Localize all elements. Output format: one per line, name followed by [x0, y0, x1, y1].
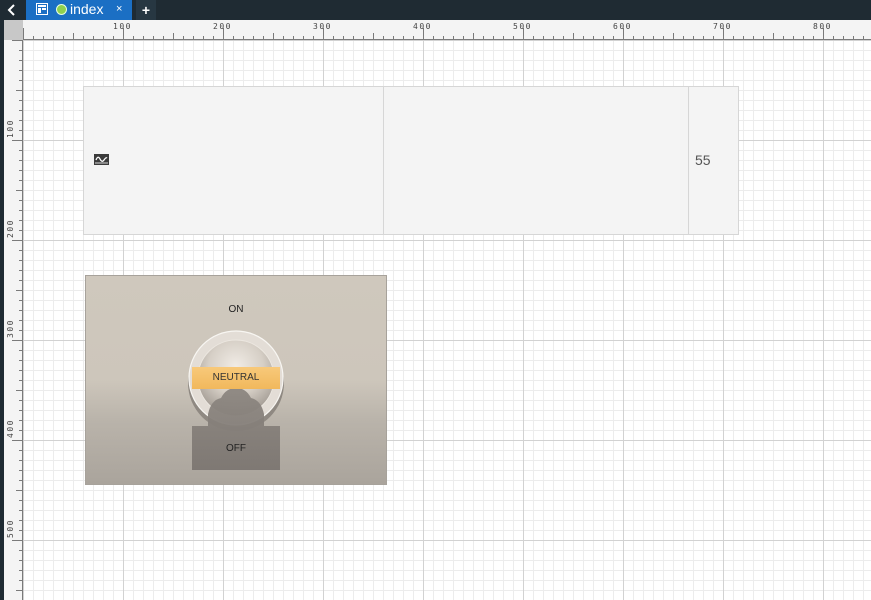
ruler-label: 400	[413, 22, 432, 31]
ruler-label: 200	[6, 219, 15, 238]
switch-off-label: OFF	[226, 443, 246, 454]
ruler-label: 300	[6, 319, 15, 338]
add-tab-button[interactable]: +	[136, 0, 156, 20]
ruler-label: 100	[6, 119, 15, 138]
page-layout-icon	[36, 3, 48, 15]
trend-chart-cell	[384, 87, 689, 234]
ruler-label: 600	[613, 22, 632, 31]
horizontal-ruler: 100 200 300 400 500 600 700 800	[23, 20, 871, 40]
trend-widget[interactable]: 55	[83, 86, 739, 235]
switch-on-label: ON	[228, 304, 244, 315]
tab-label: index	[70, 1, 104, 17]
waveform-icon	[94, 154, 109, 165]
close-tab-button[interactable]: ×	[116, 1, 122, 17]
trend-icon-cell	[84, 87, 384, 234]
ruler-label: 500	[6, 519, 15, 538]
back-button[interactable]	[0, 0, 24, 20]
tab-bar: index × +	[0, 0, 871, 20]
trend-value: 55	[695, 152, 711, 168]
ruler-label: 400	[6, 419, 15, 438]
status-dot	[56, 4, 67, 15]
switch-neutral-position[interactable]: NEUTRAL	[192, 367, 280, 389]
ruler-label: 300	[313, 22, 332, 31]
chevron-left-icon	[7, 4, 15, 16]
tab-index[interactable]: index ×	[26, 0, 132, 20]
ruler-label: 800	[813, 22, 832, 31]
three-position-switch[interactable]: ON NEUTRAL OFF	[85, 275, 387, 485]
trend-value-cell: 55	[689, 87, 738, 234]
ruler-label: 100	[113, 22, 132, 31]
vertical-ruler: 100 200 300 400 500	[4, 40, 23, 600]
ruler-corner	[4, 20, 23, 40]
design-canvas[interactable]: 55 ON NEUTRAL OFF	[23, 40, 871, 600]
ruler-label: 500	[513, 22, 532, 31]
ruler-label: 700	[713, 22, 732, 31]
ruler-label: 200	[213, 22, 232, 31]
